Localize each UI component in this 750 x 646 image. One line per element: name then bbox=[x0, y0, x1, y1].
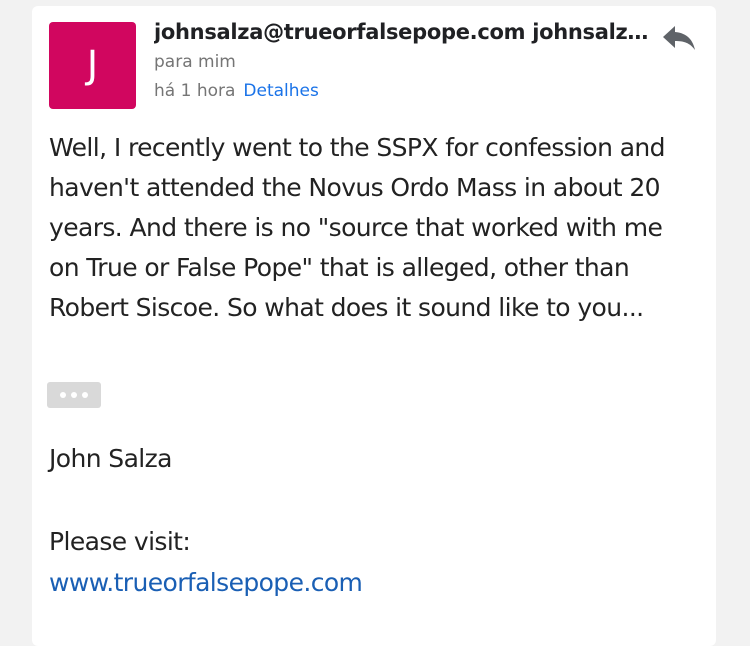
signature-name: John Salza bbox=[49, 444, 172, 473]
sender-avatar[interactable]: J bbox=[49, 22, 136, 109]
website-link[interactable]: www.trueorfalsepope.com bbox=[49, 568, 363, 597]
signature-visit-text: Please visit: bbox=[49, 527, 191, 556]
recipient-line: para mim bbox=[154, 52, 236, 72]
show-trimmed-content-button[interactable] bbox=[47, 382, 101, 408]
more-horizontal-icon bbox=[82, 392, 88, 398]
message-time: há 1 hora bbox=[154, 81, 236, 101]
email-message-card: J johnsalza@trueorfalsepope.com johnsalz… bbox=[32, 6, 716, 646]
message-body: Well, I recently went to the SSPX for co… bbox=[49, 133, 666, 322]
reply-icon bbox=[663, 26, 695, 50]
more-horizontal-icon bbox=[71, 392, 77, 398]
details-link[interactable]: Detalhes bbox=[243, 81, 318, 101]
message-meta: há 1 hora Detalhes bbox=[154, 81, 319, 101]
sender-address[interactable]: johnsalza@trueorfalsepope.com johnsalza.… bbox=[154, 20, 654, 44]
reply-button[interactable] bbox=[660, 22, 698, 54]
more-horizontal-icon bbox=[60, 392, 66, 398]
